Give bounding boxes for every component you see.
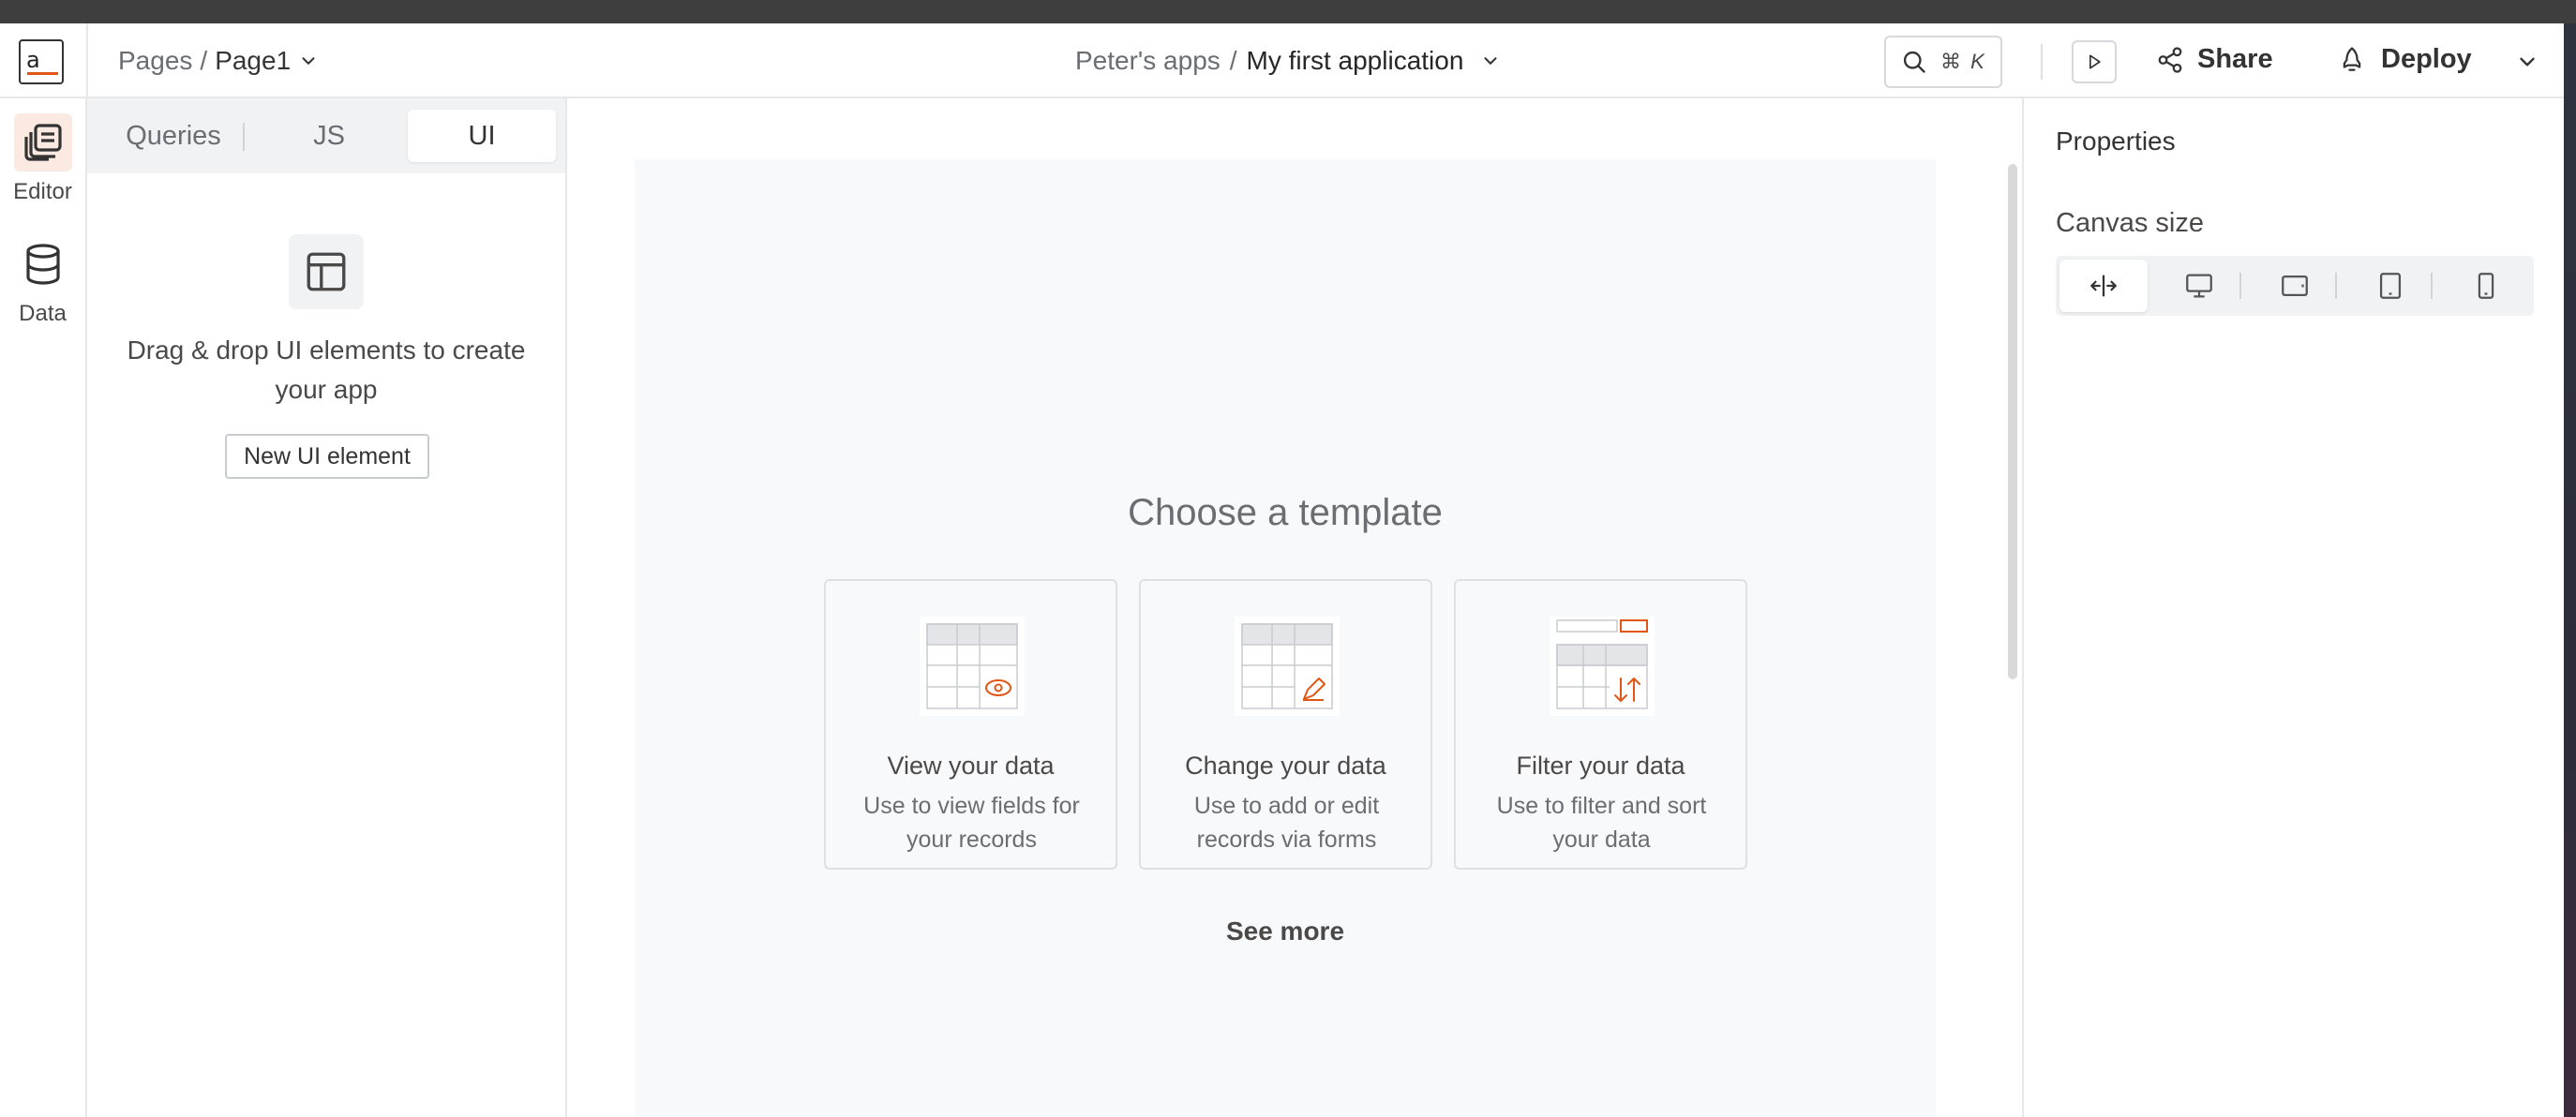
editor-canvas-area: Choose a template View your data Use to … [569,98,2022,1117]
left-navigation-bar: Editor Data [0,98,87,1117]
mobile-icon [2478,273,2494,299]
appsmith-logo[interactable]: a [19,39,64,84]
template-card-view[interactable]: View your data Use to view fields for yo… [824,579,1117,870]
share-label: Share [2197,44,2273,74]
properties-title: Properties [2056,127,2176,156]
search-icon [1903,51,1925,73]
template-title: Filter your data [1516,752,1685,780]
logo-underline [27,72,58,75]
deploy-label: Deploy [2381,44,2472,74]
tab-queries[interactable]: Queries [98,110,248,162]
deploy-button[interactable]: Deploy [2338,44,2472,75]
template-description: Use to add or edit records via forms [1193,793,1380,853]
nav-label-editor: Editor [13,179,72,204]
tab-js[interactable]: JS [254,110,404,162]
template-card-filter[interactable]: Filter your data Use to filter and sort … [1454,579,1747,870]
editor-pages-icon [13,113,72,171]
layout-icon [289,234,364,309]
tab-ui[interactable]: UI [408,110,556,162]
canvas-size-selector [2056,256,2534,316]
template-card-change[interactable]: Change your data Use to add or edit reco… [1139,579,1432,870]
app-name[interactable]: My first application [1247,46,1464,76]
window-top-strip [0,0,2576,23]
table-edit-icon [1235,617,1340,716]
tab-divider [243,123,245,151]
canvas-size-desktop-button[interactable] [2155,260,2243,312]
chevron-down-icon[interactable] [1480,51,1501,71]
breadcrumb-page[interactable]: Page1 [215,46,291,76]
app-canvas[interactable]: Choose a template View your data Use to … [635,159,1936,1117]
tablet-landscape-icon [2282,275,2308,297]
desktop-background-edge [2564,23,2576,1117]
app-header: a Pages / Page1 Peter's apps / My first … [0,23,2564,98]
breadcrumb-separator: / [200,46,208,75]
template-heading: Choose a template [1128,492,1443,533]
canvas-size-divider [2431,273,2433,299]
see-more-link[interactable]: See more [635,916,1936,946]
workspace-separator: / [1229,46,1237,75]
nav-item-editor[interactable]: Editor [0,113,85,205]
header-divider [86,23,88,98]
chevron-down-icon[interactable] [2515,50,2539,74]
template-description: Use to view fields for your records [863,793,1080,853]
explorer-tabs: Queries JS UI [87,98,565,173]
canvas-size-divider [2239,273,2241,299]
chevron-down-icon[interactable] [298,51,319,71]
preview-button[interactable] [2072,40,2117,83]
canvas-size-label: Canvas size [2056,208,2204,238]
new-ui-element-button[interactable]: New UI element [225,434,429,479]
canvas-size-tablet-button[interactable] [2346,260,2434,312]
breadcrumb-root[interactable]: Pages [118,46,192,76]
share-button[interactable]: Share [2156,44,2273,75]
search-shortcut: ⌘ K [1940,50,1986,73]
logo-glyph: a [26,47,40,73]
canvas-size-mobile-button[interactable] [2442,260,2530,312]
workspace-name[interactable]: Peter's apps [1075,46,1221,76]
database-icon [14,235,72,293]
table-view-icon [920,617,1025,716]
desktop-icon [2186,274,2212,298]
template-description: Use to filter and sort your data [1496,793,1707,853]
fluid-width-icon [2090,275,2117,297]
properties-pane: Properties Canvas size [2022,98,2564,1117]
empty-state-text: Drag & drop UI elements to create your a… [127,335,526,404]
rocket-icon [2343,46,2361,71]
canvas-size-divider [2335,273,2337,299]
canvas-scrollbar[interactable] [2008,164,2017,679]
table-filter-icon [1550,617,1655,716]
template-title: View your data [887,752,1055,780]
nav-label-data: Data [19,301,67,326]
template-title: Change your data [1185,752,1386,780]
app-name-switcher[interactable]: Peter's apps / My first application [1075,46,1501,76]
canvas-size-tablet-landscape-button[interactable] [2251,260,2339,312]
play-icon [2089,54,2101,69]
explorer-panel: Queries JS UI Drag & drop UI elements to… [87,98,567,1117]
breadcrumb[interactable]: Pages / Page1 [118,46,319,76]
share-icon [2158,46,2182,73]
omnibar-search-button[interactable]: ⌘ K [1884,36,2002,88]
nav-item-data[interactable]: Data [0,235,85,327]
tablet-icon [2379,273,2402,299]
header-divider [2041,44,2043,80]
canvas-size-fluid-button[interactable] [2059,260,2148,312]
